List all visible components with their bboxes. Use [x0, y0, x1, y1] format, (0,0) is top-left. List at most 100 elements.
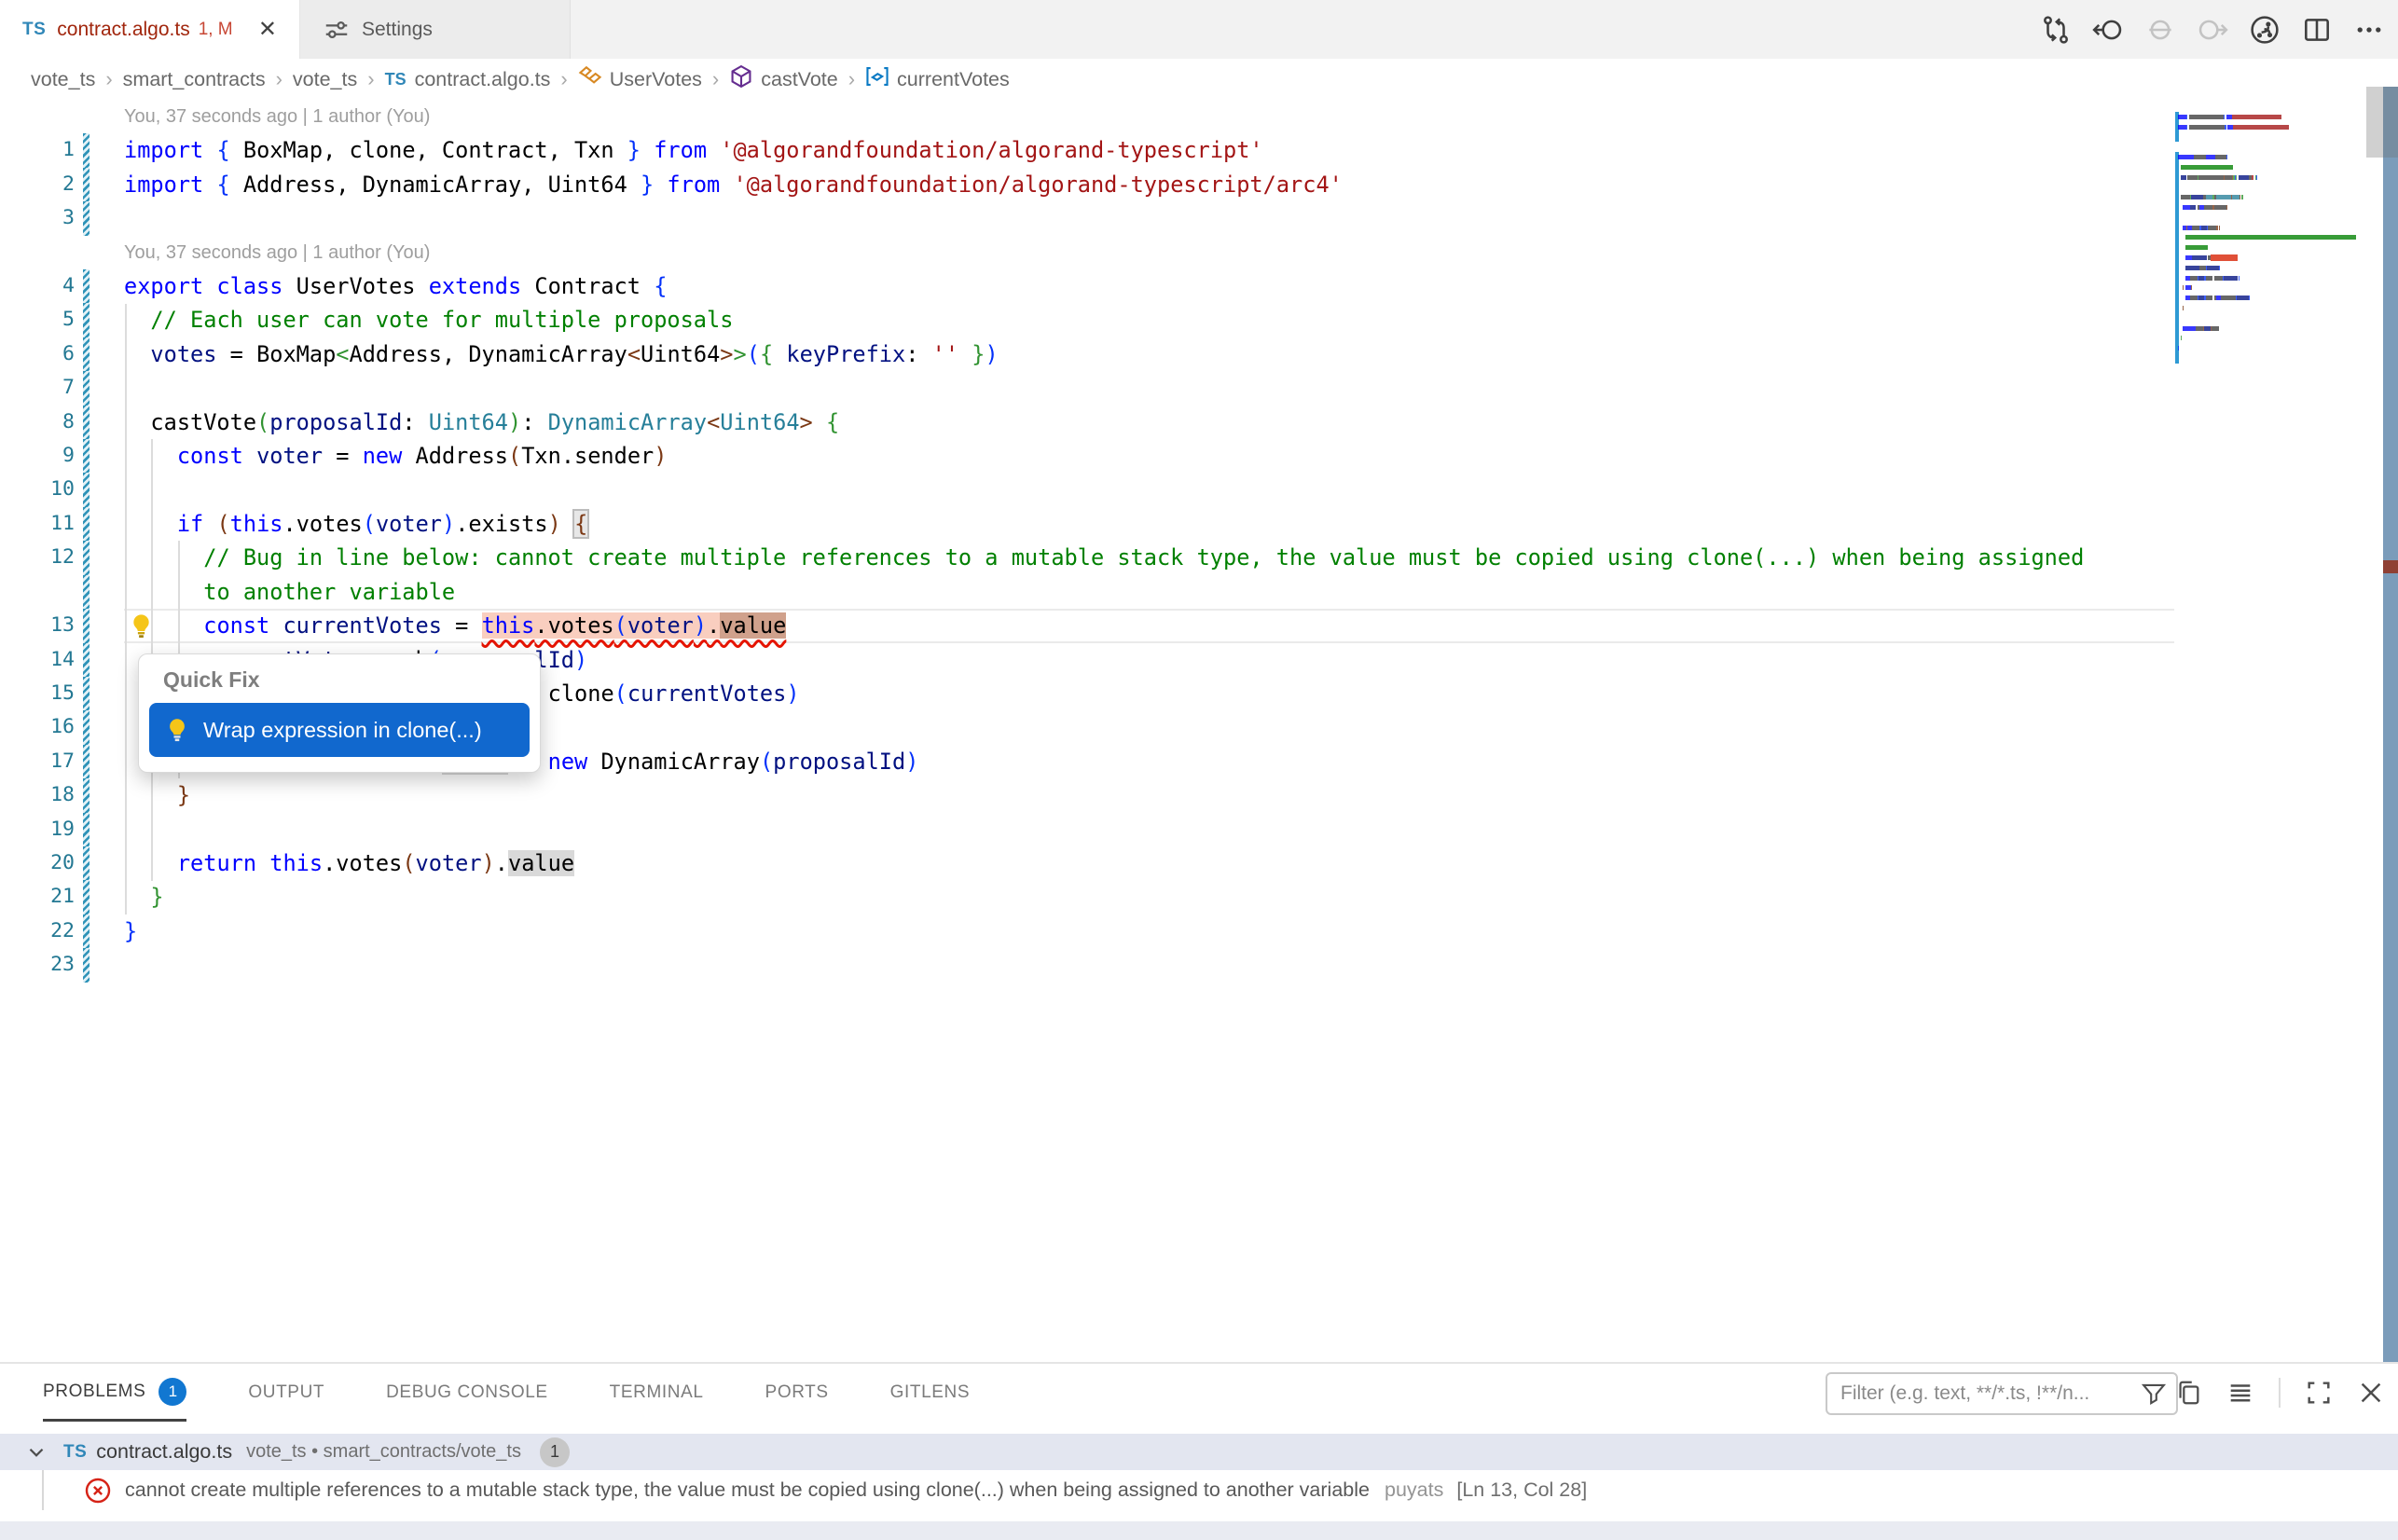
panel-tab-output[interactable]: OUTPUT: [248, 1364, 324, 1422]
git-added-gutter-indicator[interactable]: [83, 575, 90, 609]
view-as-list-icon[interactable]: [2226, 1379, 2254, 1407]
problems-file-row[interactable]: TS contract.algo.ts vote_ts • smart_cont…: [0, 1434, 2398, 1470]
git-added-gutter-indicator[interactable]: [83, 303, 90, 337]
git-added-gutter-indicator[interactable]: [83, 710, 90, 744]
git-added-gutter-indicator[interactable]: [83, 337, 90, 371]
code-line[interactable]: 10: [0, 473, 2178, 506]
line-number[interactable]: 2: [0, 168, 75, 201]
git-added-gutter-indicator[interactable]: [83, 677, 90, 710]
line-number[interactable]: 19: [0, 813, 75, 846]
git-added-gutter-indicator[interactable]: [83, 643, 90, 677]
open-changes-icon[interactable]: [2040, 14, 2072, 46]
minimap[interactable]: [2178, 102, 2374, 474]
panel-tab-gitlens[interactable]: GITLENS: [890, 1364, 971, 1422]
code-line[interactable]: 19: [0, 813, 2178, 846]
quick-fix-action-wrap-in-clone[interactable]: Wrap expression in clone(...): [149, 703, 530, 757]
breadcrumb-folder[interactable]: smart_contracts: [123, 68, 266, 91]
previous-change-icon[interactable]: [2092, 14, 2124, 46]
git-added-gutter-indicator[interactable]: [83, 371, 90, 405]
line-number[interactable]: 4: [0, 269, 75, 303]
line-number[interactable]: 23: [0, 948, 75, 982]
line-number[interactable]: 6: [0, 337, 75, 371]
git-added-gutter-indicator[interactable]: [83, 406, 90, 439]
git-added-gutter-indicator[interactable]: [83, 269, 90, 303]
next-change-icon[interactable]: [2197, 14, 2228, 46]
line-number[interactable]: 20: [0, 846, 75, 880]
chevron-down-icon[interactable]: [24, 1440, 48, 1464]
close-icon[interactable]: ✕: [245, 19, 277, 41]
line-number[interactable]: 17: [0, 745, 75, 778]
code-editor[interactable]: You, 37 seconds ago | 1 author (You)1imp…: [0, 100, 2398, 1362]
git-added-gutter-indicator[interactable]: [83, 541, 90, 574]
code-line[interactable]: 9 const voter = new Address(Txn.sender): [0, 439, 2178, 473]
split-editor-icon[interactable]: [2301, 14, 2333, 46]
code-line[interactable]: 12 // Bug in line below: cannot create m…: [0, 541, 2178, 574]
line-number[interactable]: 13: [0, 609, 75, 642]
code-line[interactable]: 20 return this.votes(voter).value: [0, 846, 2178, 880]
panel-tab-ports[interactable]: PORTS: [765, 1364, 829, 1422]
line-number[interactable]: 14: [0, 643, 75, 677]
commit-graph-icon[interactable]: [2249, 14, 2281, 46]
code-line[interactable]: 18 }: [0, 778, 2178, 812]
scrollbar-thumb[interactable]: [2366, 87, 2398, 158]
code-line[interactable]: 1import { BoxMap, clone, Contract, Txn }…: [0, 133, 2178, 167]
panel-tab-terminal[interactable]: TERMINAL: [610, 1364, 704, 1422]
code-line[interactable]: 8 castVote(proposalId: Uint64): DynamicA…: [0, 406, 2178, 439]
breadcrumb-symbol-method[interactable]: castVote: [761, 68, 837, 91]
git-added-gutter-indicator[interactable]: [83, 473, 90, 506]
git-added-gutter-indicator[interactable]: [83, 133, 90, 167]
git-added-gutter-indicator[interactable]: [83, 168, 90, 201]
line-number[interactable]: 1: [0, 133, 75, 167]
code-line[interactable]: 11 if (this.votes(voter).exists) {: [0, 507, 2178, 541]
git-added-gutter-indicator[interactable]: [83, 813, 90, 846]
line-number[interactable]: 5: [0, 303, 75, 337]
code-line[interactable]: 2import { Address, DynamicArray, Uint64 …: [0, 168, 2178, 201]
code-line[interactable]: 4export class UserVotes extends Contract…: [0, 269, 2178, 303]
line-number[interactable]: 7: [0, 371, 75, 405]
line-number[interactable]: 3: [0, 201, 75, 235]
git-added-gutter-indicator[interactable]: [83, 201, 90, 235]
code-line[interactable]: 6 votes = BoxMap<Address, DynamicArray<U…: [0, 337, 2178, 371]
tab-contract-algo-ts[interactable]: TS contract.algo.ts 1, M ✕: [0, 0, 300, 59]
line-number[interactable]: 10: [0, 473, 75, 506]
filter-funnel-icon[interactable]: [2141, 1381, 2167, 1407]
line-number[interactable]: 12: [0, 541, 75, 574]
code-line[interactable]: 5 // Each user can vote for multiple pro…: [0, 303, 2178, 337]
git-added-gutter-indicator[interactable]: [83, 439, 90, 473]
panel-tab-debug-console[interactable]: DEBUG CONSOLE: [386, 1364, 548, 1422]
git-added-gutter-indicator[interactable]: [83, 948, 90, 982]
gitlens-blame-annotation[interactable]: You, 37 seconds ago | 1 author (You): [0, 236, 2178, 269]
copy-icon[interactable]: [2174, 1379, 2202, 1407]
gitlens-blame-annotation[interactable]: You, 37 seconds ago | 1 author (You): [0, 100, 2178, 133]
code-line[interactable]: 3: [0, 201, 2178, 235]
change-disabled-icon[interactable]: [2144, 14, 2176, 46]
maximize-panel-icon[interactable]: [2305, 1379, 2333, 1407]
more-actions-icon[interactable]: [2353, 14, 2385, 46]
code-line[interactable]: 13 const currentVotes = this.votes(voter…: [0, 609, 2178, 642]
panel-tab-problems[interactable]: PROBLEMS 1: [43, 1364, 186, 1422]
git-added-gutter-indicator[interactable]: [83, 507, 90, 541]
code-line[interactable]: 22}: [0, 914, 2178, 948]
breadcrumb-folder[interactable]: vote_ts: [31, 68, 95, 91]
breadcrumb-folder[interactable]: vote_ts: [293, 68, 357, 91]
git-added-gutter-indicator[interactable]: [83, 880, 90, 914]
line-number[interactable]: 22: [0, 914, 75, 948]
line-number[interactable]: 8: [0, 406, 75, 439]
code-line[interactable]: 23: [0, 948, 2178, 982]
git-added-gutter-indicator[interactable]: [83, 609, 90, 642]
line-number[interactable]: 9: [0, 439, 75, 473]
tab-settings[interactable]: Settings: [300, 0, 571, 59]
line-number[interactable]: 15: [0, 677, 75, 710]
line-number[interactable]: 11: [0, 507, 75, 541]
git-added-gutter-indicator[interactable]: [83, 914, 90, 948]
code-line[interactable]: to another variable: [0, 575, 2178, 609]
code-line[interactable]: 21 }: [0, 880, 2178, 914]
git-added-gutter-indicator[interactable]: [83, 778, 90, 812]
git-added-gutter-indicator[interactable]: [83, 745, 90, 778]
close-panel-icon[interactable]: [2357, 1379, 2385, 1407]
breadcrumb-file[interactable]: contract.algo.ts: [415, 68, 551, 91]
problems-filter-input[interactable]: [1826, 1372, 2178, 1415]
breadcrumb-symbol-variable[interactable]: currentVotes: [897, 68, 1010, 91]
line-number[interactable]: 18: [0, 778, 75, 812]
code-line[interactable]: 7: [0, 371, 2178, 405]
